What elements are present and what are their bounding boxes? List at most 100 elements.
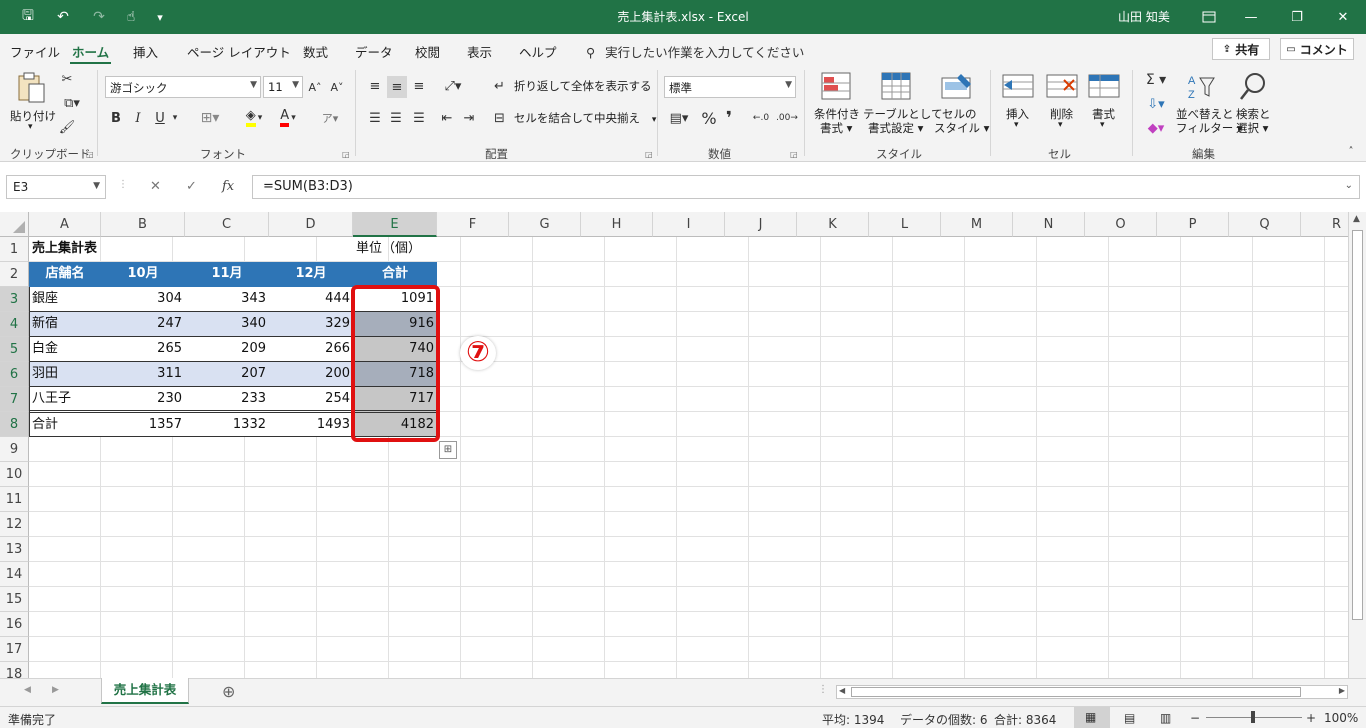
formula-input[interactable]: =SUM(B3:D3) ⌄ (252, 175, 1360, 199)
store-name-cell[interactable]: 銀座 (29, 287, 101, 312)
column-header-a[interactable]: A (29, 212, 101, 237)
sales-value-cell[interactable]: 343 (185, 287, 269, 312)
close-button[interactable]: ✕ (1320, 0, 1366, 34)
status-count[interactable]: データの個数: 6 (900, 711, 988, 728)
row-header-10[interactable]: 10 (0, 462, 29, 487)
increase-font-icon[interactable]: A˄ (306, 78, 324, 96)
scroll-right-icon[interactable]: ▶ (1339, 686, 1345, 695)
format-cells-button[interactable]: 書式 ▾ (1084, 70, 1124, 134)
align-top-icon[interactable]: ≡ (366, 76, 384, 96)
decrease-decimal-icon[interactable]: .00→ (776, 108, 798, 128)
store-name-cell[interactable]: 羽田 (29, 362, 101, 387)
row-header-6[interactable]: 6 (0, 362, 29, 387)
align-middle-icon[interactable]: ≡ (387, 76, 407, 98)
sales-value-cell[interactable]: 233 (185, 387, 269, 412)
row-header-1[interactable]: 1 (0, 237, 29, 262)
tab-view[interactable]: 表示 (467, 42, 492, 61)
zoom-in-icon[interactable]: + (1306, 711, 1316, 725)
sales-value-cell[interactable]: 254 (269, 387, 353, 412)
format-painter-icon[interactable]: 🖌 (58, 118, 76, 136)
sales-value-cell[interactable]: 230 (101, 387, 185, 412)
row-header-12[interactable]: 12 (0, 512, 29, 537)
minimize-button[interactable]: — (1228, 0, 1274, 34)
align-right-icon[interactable]: ☰ (410, 108, 428, 128)
underline-dropdown-icon[interactable]: ▾ (170, 108, 180, 128)
column-header-m[interactable]: M (941, 212, 1013, 237)
sales-value-cell[interactable]: 1493 (269, 410, 353, 437)
header-cell-dec[interactable]: 12月 (269, 262, 353, 287)
format-as-table-button[interactable]: テーブルとして 書式設定 ▾ (862, 70, 942, 140)
sales-value-cell[interactable]: 1357 (101, 410, 185, 437)
font-color-icon[interactable]: A ▾ (272, 108, 304, 128)
column-header-k[interactable]: K (797, 212, 869, 237)
conditional-formatting-button[interactable]: 条件付き 書式 ▾ (812, 70, 862, 140)
row-header-16[interactable]: 16 (0, 612, 29, 637)
column-header-h[interactable]: H (581, 212, 653, 237)
tell-me-box[interactable]: ⚲ 実行したい作業を入力してください (586, 42, 804, 61)
align-center-icon[interactable]: ☰ (387, 108, 405, 128)
insert-cells-button[interactable]: 挿入 ▾ (998, 70, 1038, 134)
header-cell-nov[interactable]: 11月 (185, 262, 269, 287)
column-header-l[interactable]: L (869, 212, 941, 237)
status-sum[interactable]: 合計: 8364 (994, 711, 1056, 728)
store-name-cell[interactable]: 八王子 (29, 387, 101, 412)
column-header-n[interactable]: N (1013, 212, 1085, 237)
tab-formulas[interactable]: 数式 (303, 42, 328, 61)
row-header-4[interactable]: 4 (0, 312, 29, 337)
insert-function-button[interactable]: fx (222, 179, 234, 194)
tab-help[interactable]: ヘルプ (519, 42, 557, 61)
row-header-18[interactable]: 18 (0, 662, 29, 678)
increase-indent-icon[interactable]: ⇥ (460, 108, 478, 128)
fill-icon[interactable]: ⇩▾ (1140, 94, 1172, 114)
column-header-p[interactable]: P (1157, 212, 1229, 237)
zoom-slider-thumb[interactable] (1251, 711, 1255, 723)
store-name-cell[interactable]: 新宿 (29, 312, 101, 337)
font-size-select[interactable]: 11 ▼ (263, 76, 303, 98)
restore-button[interactable]: ❐ (1274, 0, 1320, 34)
tab-data[interactable]: データ (355, 42, 393, 61)
page-layout-view-icon[interactable]: ▤ (1124, 711, 1135, 725)
column-header-d[interactable]: D (269, 212, 353, 237)
tab-insert[interactable]: 挿入 (133, 42, 158, 61)
sales-value-cell[interactable]: 200 (269, 362, 353, 387)
tab-file[interactable]: ファイル (10, 42, 60, 61)
column-header-r[interactable]: R (1301, 212, 1348, 237)
undo-icon[interactable]: ↶ (46, 6, 80, 28)
find-select-button[interactable]: 検索と 選択 ▾ (1234, 70, 1274, 140)
select-all-button[interactable] (0, 212, 29, 237)
sheet-title-cell[interactable]: 売上集計表 (29, 237, 179, 262)
sales-value-cell[interactable]: 265 (101, 337, 185, 362)
paste-button[interactable]: 貼り付け ▾ (8, 70, 56, 134)
header-cell-total[interactable]: 合計 (353, 262, 437, 287)
sales-value-cell[interactable]: 340 (185, 312, 269, 337)
bold-button[interactable]: B (109, 108, 123, 128)
increase-decimal-icon[interactable]: ←.0 (750, 108, 772, 128)
orientation-icon[interactable]: ⤢▾ (438, 76, 468, 96)
unit-cell[interactable]: 単位（個） (353, 237, 437, 262)
enter-formula-icon[interactable]: ✓ (186, 179, 197, 194)
row-header-3[interactable]: 3 (0, 287, 29, 312)
column-header-c[interactable]: C (185, 212, 269, 237)
autosum-button[interactable]: Σ ▾ (1140, 70, 1172, 90)
split-handle-icon[interactable]: ⋮ (818, 684, 828, 695)
collapse-ribbon-icon[interactable]: ˄ (1344, 144, 1358, 158)
sales-value-cell[interactable]: 247 (101, 312, 185, 337)
status-average[interactable]: 平均: 1394 (822, 711, 884, 728)
row-header-7[interactable]: 7 (0, 387, 29, 412)
row-header-14[interactable]: 14 (0, 562, 29, 587)
wrap-text-button[interactable]: ↵ 折り返して全体を表示する (494, 78, 651, 98)
column-header-j[interactable]: J (725, 212, 797, 237)
store-name-cell[interactable]: 合計 (29, 410, 101, 437)
cell-styles-button[interactable]: セルの スタイル ▾ (932, 70, 989, 140)
tab-home[interactable]: ホーム (69, 42, 112, 65)
cancel-formula-icon[interactable]: ✕ (150, 179, 161, 194)
copy-icon[interactable]: ⧉▾ (58, 94, 86, 112)
font-launcher-icon[interactable]: ◲ (342, 150, 350, 159)
redo-icon[interactable]: ↷ (84, 6, 114, 28)
vertical-scroll-thumb[interactable] (1352, 230, 1363, 620)
row-header-15[interactable]: 15 (0, 587, 29, 612)
store-name-cell[interactable]: 白金 (29, 337, 101, 362)
row-header-2[interactable]: 2 (0, 262, 29, 287)
row-header-11[interactable]: 11 (0, 487, 29, 512)
scroll-up-icon[interactable]: ▲ (1353, 214, 1360, 224)
